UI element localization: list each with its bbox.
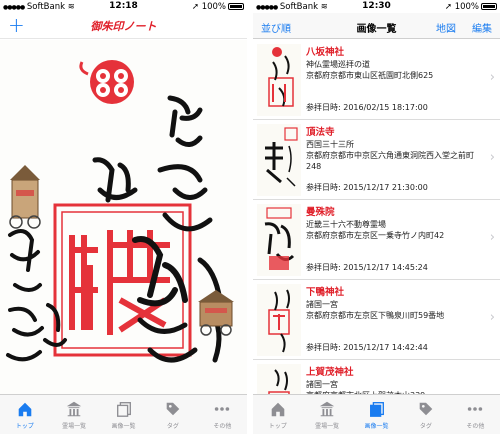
map-button[interactable]: 地図 bbox=[436, 20, 456, 35]
status-bar: ●●●●● SoftBank ≋ 12:30 ➚ 100% bbox=[253, 0, 500, 13]
list-item[interactable]: 下鴨神社 諸国一宮 京都府京都市左京区下鴨泉川町59番地 参拝日時: 2015/… bbox=[253, 280, 500, 360]
tab-label: トップ bbox=[268, 423, 287, 430]
chevron-right-icon: › bbox=[489, 150, 495, 165]
nav-bar: + 御朱印ノート bbox=[0, 13, 247, 39]
tab-reijo[interactable]: 霊場一覧 bbox=[302, 395, 351, 434]
battery-percent: 100% bbox=[454, 2, 479, 12]
tab-bar: トップ 霊場一覧 画像一覧 タグ その他 bbox=[253, 394, 500, 434]
goshuin-image[interactable] bbox=[0, 40, 247, 394]
tab-label: タグ bbox=[419, 423, 432, 430]
goshuin-thumbnail bbox=[257, 44, 301, 116]
image-list-screen: ●●●●● SoftBank ≋ 12:30 ➚ 100% 並び順 画像一覧 地… bbox=[253, 0, 500, 434]
tab-top[interactable]: トップ bbox=[253, 395, 302, 434]
status-right: ➚ 100% bbox=[445, 2, 497, 12]
status-right: ➚ 100% bbox=[192, 2, 244, 12]
list-item[interactable]: 八坂神社 神仏霊場巡拝の道 京都府京都市東山区祇園町北側625 参拝日時: 20… bbox=[253, 40, 500, 120]
more-icon bbox=[451, 400, 500, 418]
battery-icon bbox=[228, 3, 244, 10]
top-screen: ●●●●● SoftBank ≋ 12:18 ➚ 100% + 御朱印ノート ト… bbox=[0, 0, 247, 434]
tab-label: その他 bbox=[213, 423, 232, 430]
tab-bar: トップ 霊場一覧 画像一覧 タグ その他 bbox=[0, 394, 247, 434]
shrine-description: 諸国一宮 京都府京都市北区上賀茂本山339 bbox=[306, 380, 425, 394]
temple-icon bbox=[49, 400, 98, 418]
house-icon bbox=[253, 400, 302, 418]
shrine-description: 西国三十三所 京都府京都市中京区六角通東洞院西入堂之前町248 bbox=[306, 140, 474, 171]
tab-label: 画像一覧 bbox=[111, 423, 136, 430]
house-icon bbox=[0, 400, 49, 418]
battery-icon bbox=[481, 3, 497, 10]
tab-label: 霊場一覧 bbox=[315, 423, 340, 430]
images-icon bbox=[99, 400, 148, 418]
battery-percent: 100% bbox=[201, 2, 226, 12]
shrine-name: 頂法寺 bbox=[306, 127, 335, 138]
location-icon: ➚ bbox=[444, 2, 452, 12]
shrine-description: 近畿三十六不動尊霊場 京都府京都市左京区一乗寺竹ノ内町42 bbox=[306, 220, 445, 240]
tab-reijo[interactable]: 霊場一覧 bbox=[49, 395, 98, 434]
tab-top[interactable]: トップ bbox=[0, 395, 49, 434]
chevron-right-icon: › bbox=[489, 70, 495, 85]
list-item[interactable]: 頂法寺 西国三十三所 京都府京都市中京区六角通東洞院西入堂之前町248 参拝日時… bbox=[253, 120, 500, 200]
chevron-right-icon: › bbox=[489, 230, 495, 245]
tag-icon bbox=[148, 400, 197, 418]
visit-date: 参拝日時: 2015/12/17 21:30:00 bbox=[306, 183, 428, 192]
shrine-name: 八坂神社 bbox=[306, 47, 345, 58]
goshuin-thumbnail bbox=[257, 204, 301, 276]
shrine-name: 下鴨神社 bbox=[306, 287, 345, 298]
page-title: 画像一覧 bbox=[356, 24, 397, 35]
shrine-name: 曼殊院 bbox=[306, 207, 335, 218]
tab-label: 霊場一覧 bbox=[62, 423, 87, 430]
status-bar: ●●●●● SoftBank ≋ 12:18 ➚ 100% bbox=[0, 0, 247, 13]
list-item[interactable]: 曼殊院 近畿三十六不動尊霊場 京都府京都市左京区一乗寺竹ノ内町42 参拝日時: … bbox=[253, 200, 500, 280]
tab-more[interactable]: その他 bbox=[198, 395, 247, 434]
temple-icon bbox=[302, 400, 351, 418]
goshuin-list: 八坂神社 神仏霊場巡拝の道 京都府京都市東山区祇園町北側625 参拝日時: 20… bbox=[253, 40, 500, 394]
visit-date: 参拝日時: 2015/12/17 14:42:44 bbox=[306, 343, 428, 352]
goshuin-thumbnail bbox=[257, 124, 301, 196]
screenshot-pair: ●●●●● SoftBank ≋ 12:18 ➚ 100% + 御朱印ノート ト… bbox=[0, 0, 500, 434]
list-item[interactable]: 上賀茂神社 諸国一宮 京都府京都市北区上賀茂本山339 › bbox=[253, 360, 500, 394]
shrine-description: 神仏霊場巡拝の道 京都府京都市東山区祇園町北側625 bbox=[306, 60, 434, 80]
more-icon bbox=[198, 400, 247, 418]
tab-label: トップ bbox=[15, 423, 34, 430]
goshuin-thumbnail bbox=[257, 284, 301, 356]
tab-label: その他 bbox=[466, 423, 485, 430]
app-title: 御朱印ノート bbox=[90, 20, 157, 33]
images-icon bbox=[352, 400, 401, 418]
goshuin-illustration bbox=[0, 40, 247, 394]
tab-images[interactable]: 画像一覧 bbox=[352, 395, 401, 434]
tab-more[interactable]: その他 bbox=[451, 395, 500, 434]
tab-tags[interactable]: タグ bbox=[148, 395, 197, 434]
chevron-right-icon: › bbox=[489, 310, 495, 325]
location-icon: ➚ bbox=[191, 2, 199, 12]
shrine-name: 上賀茂神社 bbox=[306, 367, 354, 378]
tab-label: 画像一覧 bbox=[364, 423, 389, 430]
goshuin-thumbnail bbox=[257, 364, 301, 394]
tab-tags[interactable]: タグ bbox=[401, 395, 450, 434]
tab-label: タグ bbox=[166, 423, 179, 430]
visit-date: 参拝日時: 2016/02/15 18:17:00 bbox=[306, 103, 428, 112]
visit-date: 参拝日時: 2015/12/17 14:45:24 bbox=[306, 263, 428, 272]
tag-icon bbox=[401, 400, 450, 418]
shrine-description: 諸国一宮 京都府京都市左京区下鴨泉川町59番地 bbox=[306, 300, 445, 320]
edit-button[interactable]: 編集 bbox=[472, 20, 492, 35]
crest-seal bbox=[90, 60, 134, 104]
tab-images[interactable]: 画像一覧 bbox=[99, 395, 148, 434]
nav-bar: 並び順 画像一覧 地図 編集 bbox=[253, 13, 500, 39]
